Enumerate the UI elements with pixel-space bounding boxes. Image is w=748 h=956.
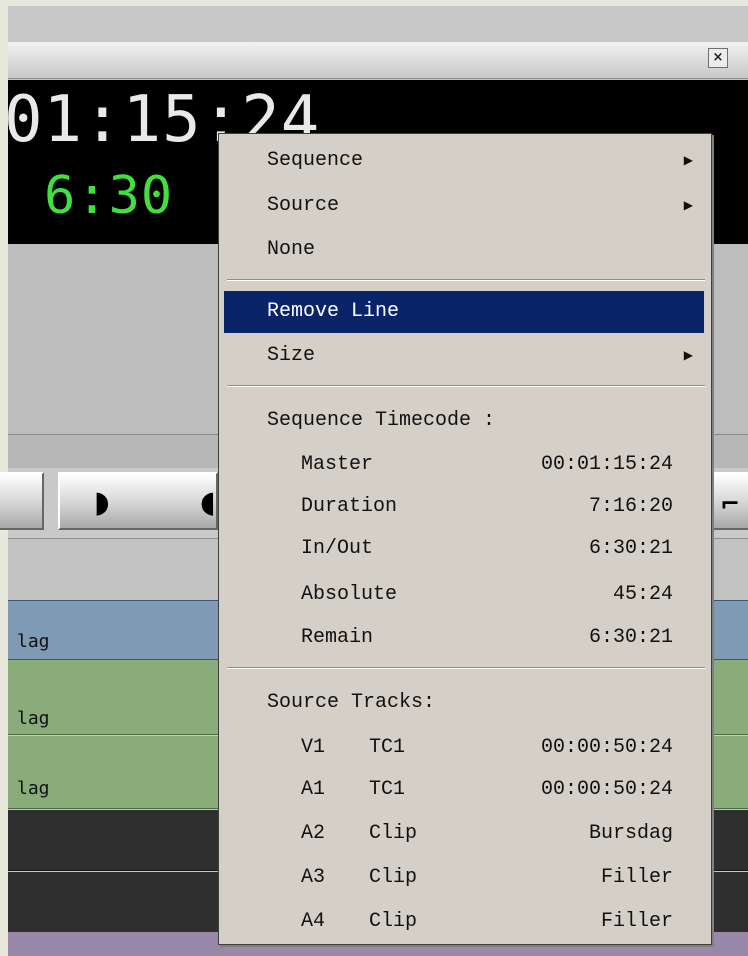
source-track-row-a1[interactable]: A1 TC1 00:00:50:24	[219, 770, 711, 810]
menu-separator	[227, 385, 705, 387]
track-value: Bursdag	[588, 822, 673, 845]
mark-out-icon: ◖	[200, 485, 216, 520]
menu-item-remove-line[interactable]: Remove Line	[224, 291, 704, 333]
track-type: Clip	[369, 910, 418, 933]
inout-timecode-readout: 6:30	[44, 166, 174, 226]
track-type: TC1	[369, 736, 406, 759]
timecode-name: In/Out	[301, 537, 374, 560]
menu-item-label: Source	[267, 194, 340, 217]
timecode-value: 7:16:20	[588, 495, 673, 518]
track-value: Filler	[600, 866, 673, 889]
menu-item-source[interactable]: Source ▶	[219, 186, 711, 226]
timecode-row-duration[interactable]: Duration 7:16:20	[219, 487, 711, 527]
clip-label: lag	[17, 708, 50, 729]
submenu-arrow-icon: ▶	[683, 349, 693, 363]
menu-item-sequence[interactable]: Sequence ▶	[219, 141, 711, 181]
menu-item-none[interactable]: None	[219, 230, 711, 270]
clip-label: lag	[17, 631, 50, 652]
timecode-row-absolute[interactable]: Absolute 45:24	[219, 575, 711, 615]
timecode-name: Absolute	[301, 583, 398, 606]
timecode-row-inout[interactable]: In/Out 6:30:21	[219, 529, 711, 569]
timecode-row-remain[interactable]: Remain 6:30:21	[219, 618, 711, 658]
timecode-value: 00:01:15:24	[540, 453, 673, 476]
window-titlebar	[8, 42, 748, 79]
track-id: A1	[301, 778, 326, 801]
mark-in-icon: ◗	[94, 485, 110, 520]
source-track-row-a2[interactable]: A2 Clip Bursdag	[219, 814, 711, 854]
source-track-row-a4[interactable]: A4 Clip Filler	[219, 902, 711, 942]
track-id: A4	[301, 910, 326, 933]
track-value: 00:00:50:24	[540, 778, 673, 801]
submenu-arrow-icon: ▶	[683, 199, 693, 213]
track-value: Filler	[600, 910, 673, 933]
timecode-row-master[interactable]: Master 00:01:15:24	[219, 445, 711, 485]
source-track-row-v1[interactable]: V1 TC1 00:00:50:24	[219, 728, 711, 768]
menu-separator	[227, 667, 705, 669]
track-type: TC1	[369, 778, 406, 801]
transport-button-partial-left[interactable]	[0, 472, 44, 530]
source-tracks-header: Source Tracks:	[267, 691, 436, 714]
track-id: A3	[301, 866, 326, 889]
timecode-name: Duration	[301, 495, 398, 518]
menu-item-size[interactable]: Size ▶	[219, 336, 711, 376]
track-type: Clip	[369, 866, 418, 889]
submenu-arrow-icon: ▶	[683, 154, 693, 168]
context-menu: Sequence ▶ Source ▶ None Remove Line Siz…	[218, 133, 712, 945]
track-id: V1	[301, 736, 326, 759]
timecode-value: 45:24	[612, 583, 673, 606]
timecode-value: 6:30:21	[588, 626, 673, 649]
timecode-name: Master	[301, 453, 374, 476]
menu-separator	[227, 279, 705, 281]
timecode-value: 6:30:21	[588, 537, 673, 560]
track-id: A2	[301, 822, 326, 845]
menu-item-label: Remove Line	[267, 300, 400, 323]
mark-clip-button[interactable]: ◗ ◖	[58, 472, 218, 530]
menu-item-label: Sequence	[267, 149, 364, 172]
close-icon[interactable]: ×	[708, 48, 728, 68]
menu-item-label: None	[267, 238, 316, 261]
menu-item-label: Size	[267, 344, 316, 367]
track-value: 00:00:50:24	[540, 736, 673, 759]
tool-icon: ⌐	[719, 490, 741, 518]
source-track-row-a3[interactable]: A3 Clip Filler	[219, 858, 711, 898]
timecode-name: Remain	[301, 626, 374, 649]
clip-label: lag	[17, 778, 50, 799]
sequence-timecode-header: Sequence Timecode :	[267, 409, 496, 432]
track-type: Clip	[369, 822, 418, 845]
